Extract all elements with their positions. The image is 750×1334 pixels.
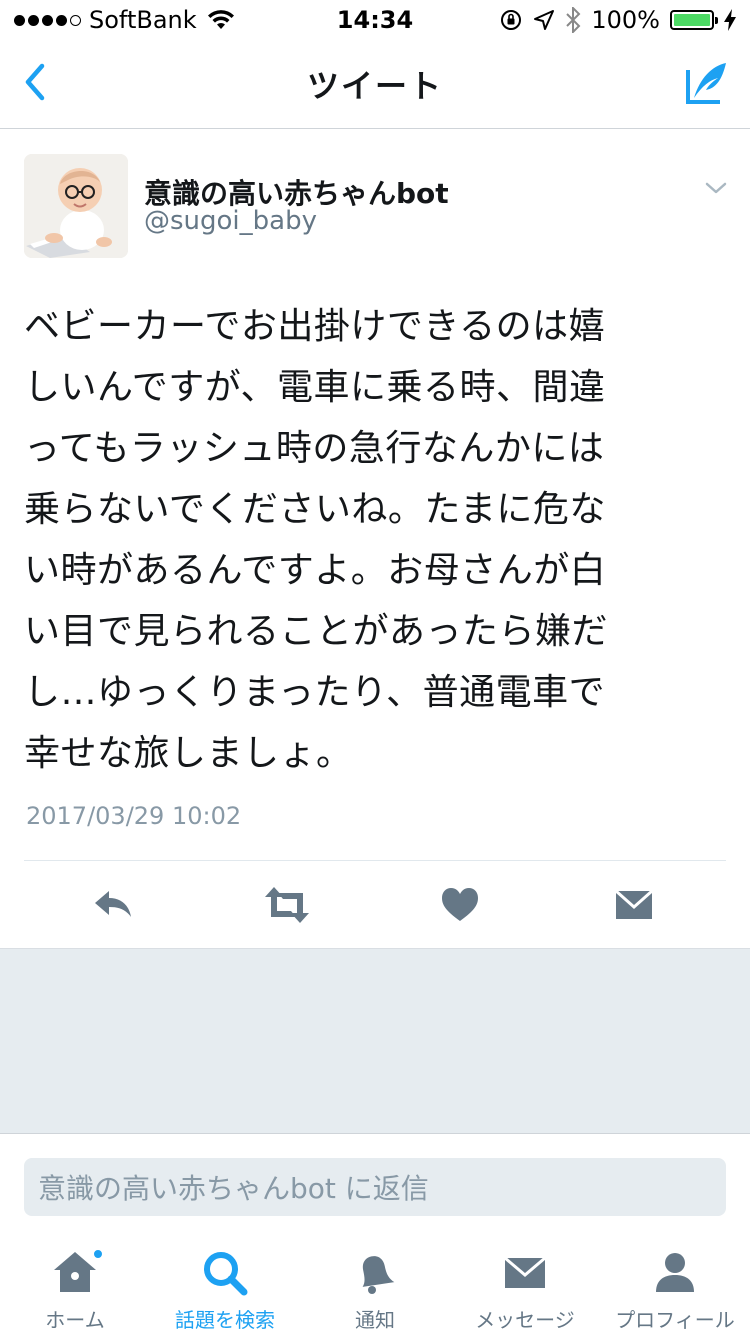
tweet-text-line: ベビーカーでお出掛けできるのは嬉	[24, 306, 606, 347]
compose-feather-icon	[686, 63, 726, 104]
retweet-icon	[265, 887, 309, 923]
reply-button[interactable]	[91, 883, 135, 927]
battery-icon	[670, 10, 718, 30]
baby-photo	[24, 154, 128, 258]
reply-icon	[95, 891, 131, 917]
heart-icon	[442, 888, 478, 921]
tab-label: 通知	[355, 1308, 395, 1332]
charging-bolt-icon	[724, 9, 736, 31]
bluetooth-icon	[566, 7, 581, 33]
avatar[interactable]	[24, 154, 128, 258]
tweet-options-button[interactable]	[702, 174, 730, 202]
user-handle[interactable]: @sugoi_baby	[144, 206, 317, 236]
tweet-text-line: ってもラッシュ時の急行なんかには	[24, 428, 605, 469]
tweet-text-line: 乗らないでくださいね。たまに危な	[24, 489, 606, 530]
tab-search[interactable]: 話題を検索	[150, 1236, 300, 1334]
tweet-actions	[0, 861, 750, 947]
page-title: ツイート	[306, 67, 443, 105]
tab-profile[interactable]: プロフィール	[600, 1236, 750, 1334]
navigation-bar: ツイート	[0, 40, 750, 129]
orientation-lock-icon	[501, 10, 522, 30]
tab-label: プロフィール	[615, 1308, 735, 1332]
tab-label: 話題を検索	[175, 1308, 275, 1332]
bell-icon	[362, 1256, 395, 1294]
carrier-name: SoftBank	[89, 6, 197, 34]
reply-placeholder: 意識の高い赤ちゃんbot に返信	[38, 1172, 429, 1205]
location-arrow-icon	[534, 10, 555, 30]
tab-messages[interactable]: メッセージ	[450, 1236, 600, 1334]
reply-input[interactable]: 意識の高い赤ちゃんbot に返信	[24, 1158, 726, 1216]
status-bar: SoftBank 14:34 100%	[0, 0, 750, 40]
tweet-timestamp: 2017/03/29 10:02	[26, 802, 242, 830]
tab-bar: ホーム 話題を検索 通知 メッセージ プロフィール	[0, 1236, 750, 1334]
tab-label: ホーム	[45, 1308, 105, 1332]
compose-tweet-button[interactable]	[684, 60, 730, 106]
empty-replies-area	[0, 948, 750, 1134]
tweet-detail-screen: SoftBank 14:34 100% ツイート 意識の高い赤ちゃんbot @s…	[0, 0, 750, 1334]
tweet-detail: 意識の高い赤ちゃんbot @sugoi_baby ベビーカーでお出掛けできるのは…	[0, 130, 750, 948]
retweet-button[interactable]	[263, 883, 309, 927]
signal-strength-icon	[14, 14, 81, 26]
person-icon	[656, 1253, 694, 1292]
tweet-text-line: い時があるんですよ。お母さんが白	[24, 550, 607, 591]
tab-notifications[interactable]: 通知	[300, 1236, 450, 1334]
battery-percent: 100%	[591, 6, 660, 34]
notification-badge	[92, 1248, 104, 1260]
tab-home[interactable]: ホーム	[0, 1236, 150, 1334]
wifi-icon	[207, 10, 234, 29]
tweet-text-line: しいんですが、電車に乗る時、間違	[24, 367, 606, 408]
tab-label: メッセージ	[475, 1308, 575, 1332]
chevron-left-icon	[25, 63, 45, 101]
envelope-icon	[504, 1256, 546, 1288]
tweet-text-line: 幸せな旅しましょ。	[24, 733, 353, 774]
tweet-text: ベビーカーでお出掛けできるのは嬉 しいんですが、電車に乗る時、間違 ってもラッシ…	[24, 296, 730, 784]
back-button[interactable]	[14, 62, 54, 102]
search-icon	[204, 1252, 248, 1296]
envelope-icon	[615, 889, 653, 919]
tweet-text-line: し…ゆっくりまったり、普通電車で	[24, 672, 606, 713]
chevron-down-icon	[705, 182, 727, 194]
direct-message-button[interactable]	[612, 883, 656, 927]
tweet-text-line: い目で見られることがあったら嫌だ	[24, 611, 609, 652]
like-button[interactable]	[438, 883, 482, 927]
